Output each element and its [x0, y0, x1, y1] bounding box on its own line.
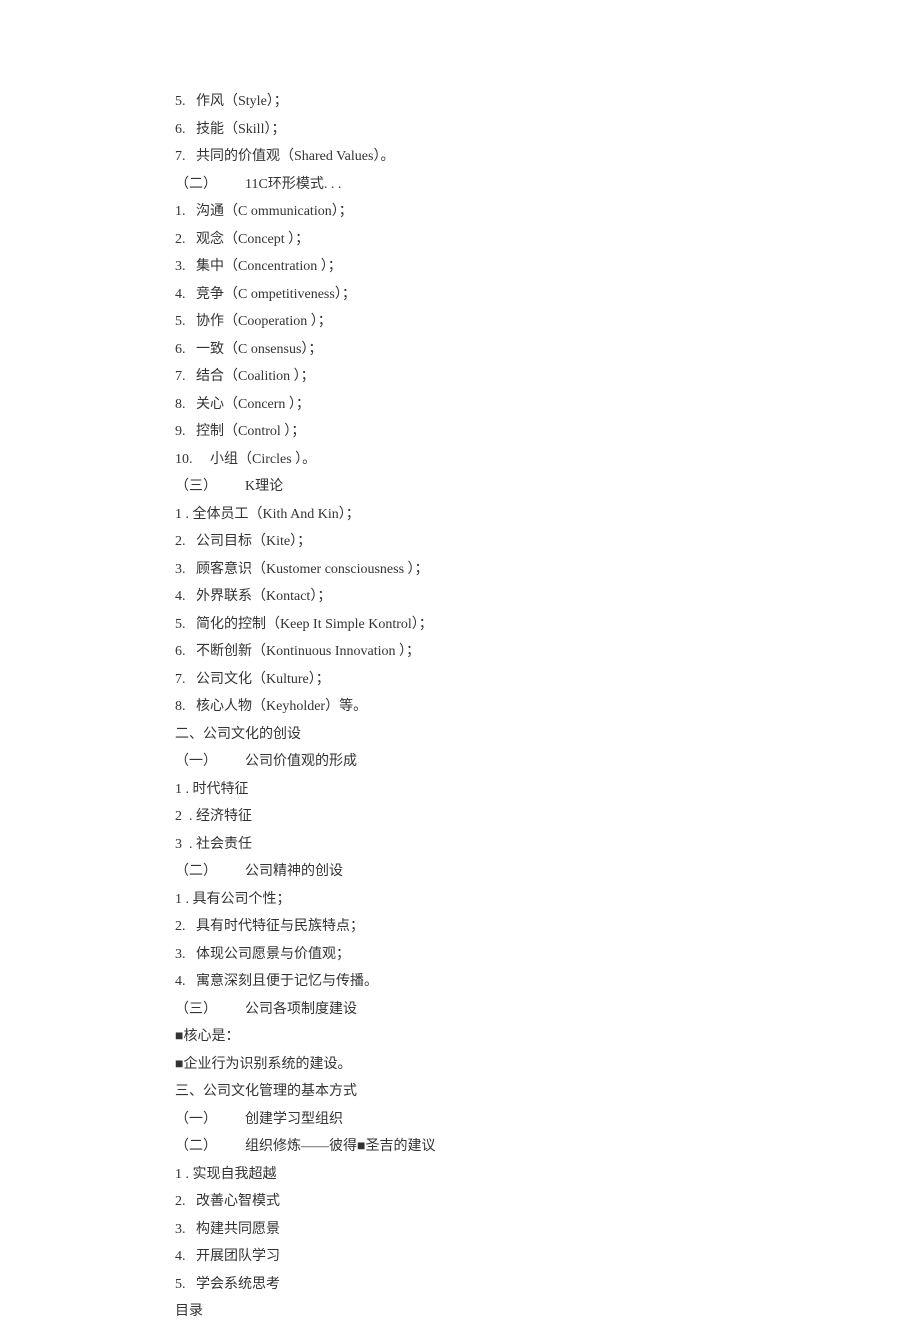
- text-line: 2. 具有时代特征与民族特点；: [175, 913, 920, 941]
- text-line: 5. 学会系统思考: [175, 1271, 920, 1299]
- text-line: （三） K理论: [175, 473, 920, 501]
- text-line: 4. 外界联系（Kontact）；: [175, 583, 920, 611]
- text-line: （一） 公司价值观的形成: [175, 748, 920, 776]
- text-line: 8. 关心（Concern ）；: [175, 391, 920, 419]
- text-line: 二、公司文化的创设: [175, 721, 920, 749]
- text-line: 4. 竞争（C ompetitiveness）；: [175, 281, 920, 309]
- text-line: 1 . 具有公司个性；: [175, 886, 920, 914]
- text-line: 8. 核心人物（Keyholder）等。: [175, 693, 920, 721]
- text-line: （三） 公司各项制度建设: [175, 996, 920, 1024]
- text-line: 6. 不断创新（Kontinuous Innovation ）；: [175, 638, 920, 666]
- text-line: 9. 控制（Control ）；: [175, 418, 920, 446]
- text-line: （一） 创建学习型组织: [175, 1106, 920, 1134]
- text-line: 7. 结合（Coalition ）；: [175, 363, 920, 391]
- text-line: 3. 集中（Concentration ）；: [175, 253, 920, 281]
- text-line: 2. 公司目标（Kite）；: [175, 528, 920, 556]
- text-line: 三、公司文化管理的基本方式: [175, 1078, 920, 1106]
- text-line: 3. 顾客意识（Kustomer consciousness ）；: [175, 556, 920, 584]
- text-line: 3 . 社会责任: [175, 831, 920, 859]
- text-line: 5. 作风（Style）；: [175, 88, 920, 116]
- text-line: （二） 公司精神的创设: [175, 858, 920, 886]
- text-line: ■企业行为识别系统的建设。: [175, 1051, 920, 1079]
- text-line: 1 . 全体员工（Kith And Kin）；: [175, 501, 920, 529]
- text-line: 3. 体现公司愿景与价值观；: [175, 941, 920, 969]
- text-line: 4. 寓意深刻且便于记忆与传播。: [175, 968, 920, 996]
- text-line: 目录: [175, 1298, 920, 1326]
- text-line: ■核心是：: [175, 1023, 920, 1051]
- text-line: （二） 组织修炼——彼得■圣吉的建议: [175, 1133, 920, 1161]
- text-line: （二） 11C环形模式. . .: [175, 171, 920, 199]
- document-content: 5. 作风（Style）；6. 技能（Skill）；7. 共同的价值观（Shar…: [175, 88, 920, 1326]
- text-line: 6. 技能（Skill）；: [175, 116, 920, 144]
- text-line: 3. 构建共同愿景: [175, 1216, 920, 1244]
- text-line: 1 . 时代特征: [175, 776, 920, 804]
- text-line: 6. 一致（C onsensus）；: [175, 336, 920, 364]
- text-line: 5. 简化的控制（Keep It Simple Kontrol）；: [175, 611, 920, 639]
- text-line: 5. 协作（Cooperation ）；: [175, 308, 920, 336]
- text-line: 2 . 经济特征: [175, 803, 920, 831]
- text-line: 10. 小组（Circles ）。: [175, 446, 920, 474]
- text-line: 1 . 实现自我超越: [175, 1161, 920, 1189]
- text-line: 2. 改善心智模式: [175, 1188, 920, 1216]
- text-line: 4. 开展团队学习: [175, 1243, 920, 1271]
- text-line: 7. 公司文化（Kulture）；: [175, 666, 920, 694]
- text-line: 1. 沟通（C ommunication）；: [175, 198, 920, 226]
- text-line: 7. 共同的价值观（Shared Values）。: [175, 143, 920, 171]
- text-line: 2. 观念（Concept ）；: [175, 226, 920, 254]
